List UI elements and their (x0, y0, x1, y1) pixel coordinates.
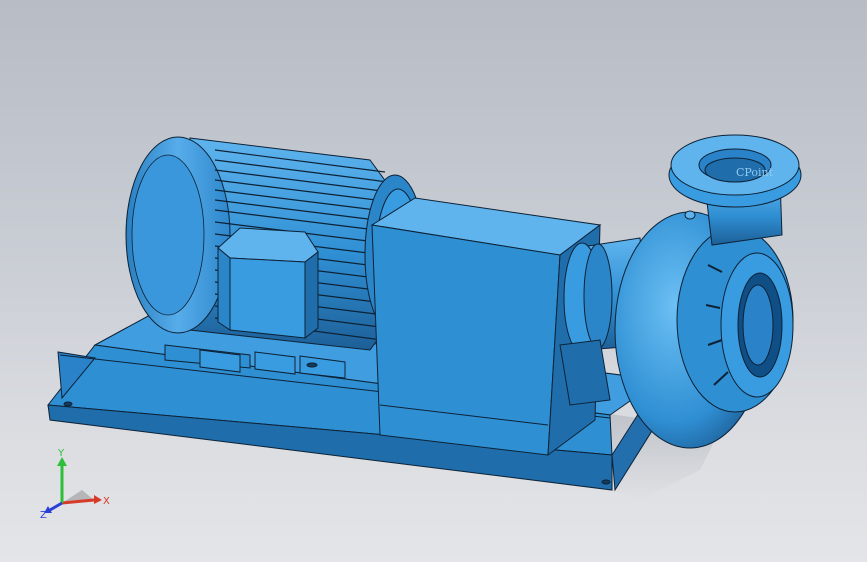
volute-casing[interactable] (614, 211, 794, 449)
y-axis-label: Y (57, 448, 65, 459)
terminal-box[interactable] (217, 227, 319, 340)
coupling-guard[interactable] (370, 197, 602, 457)
z-axis-label: Z (40, 510, 47, 520)
flange-bolt (684, 210, 696, 220)
x-axis-label: X (103, 496, 110, 507)
casting-emboss-text: CPoint (736, 166, 774, 179)
3d-viewport[interactable]: CPoint X Y Z (0, 0, 867, 562)
orientation-triad: X Y Z (40, 448, 110, 520)
pump-assembly-model[interactable]: CPoint (0, 0, 867, 562)
z-axis-arrow (49, 501, 63, 512)
